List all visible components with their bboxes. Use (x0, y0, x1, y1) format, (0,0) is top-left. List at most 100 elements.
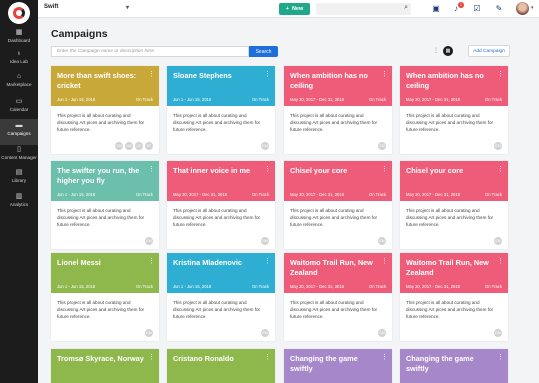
card-footer: GM (145, 329, 153, 337)
card-title[interactable]: That inner voice in me (173, 166, 263, 176)
campaign-card[interactable]: Cristano Ronaldo ⋮ (167, 349, 275, 383)
add-campaign-button[interactable]: Add Campaign (468, 45, 510, 57)
sidebar-item-label: Analytics (9, 202, 29, 207)
card-description: This project is all about curating and d… (173, 300, 261, 319)
card-title[interactable]: Lionel Messi (57, 258, 147, 268)
member-avatar[interactable]: GM (261, 237, 269, 245)
campaign-card[interactable]: Changing the game swiftly ⋮ (284, 349, 392, 383)
member-avatar[interactable]: GM (145, 329, 153, 337)
member-avatar[interactable]: GM (145, 237, 153, 245)
member-avatar[interactable]: GM (494, 142, 502, 150)
more-vertical-icon[interactable]: ⋮ (148, 257, 155, 265)
card-description: This project is all about curating and d… (290, 300, 378, 319)
card-title[interactable]: Waitomo Trail Run, New Zealand (406, 258, 496, 278)
card-footer: GM (378, 329, 386, 337)
more-vertical-icon[interactable]: ⋮ (381, 353, 388, 361)
more-vertical-icon[interactable]: ⋮ (148, 70, 155, 78)
card-title[interactable]: Cristano Ronaldo (173, 354, 263, 364)
card-header: Lionel Messi ⋮ Jun 1 - Jun 15, 2018 On Trac… (51, 253, 159, 293)
member-avatar[interactable]: GM (378, 142, 386, 150)
sidebar-item-campaigns[interactable]: ▬ Campaigns (0, 119, 38, 145)
campaign-card[interactable]: Chisel your core ⋮ May 20, 2017 - Dec 31, … (284, 161, 392, 249)
campaign-card[interactable]: Changing the game swiftly ⋮ (400, 349, 508, 383)
campaign-card[interactable]: When ambition has no ceiling ⋮ May 20, 201… (400, 66, 508, 154)
more-vertical-icon[interactable]: ⋮ (381, 70, 388, 78)
more-vertical-icon[interactable]: ⋮ (148, 165, 155, 173)
member-avatar[interactable]: GM (494, 329, 502, 337)
global-search-input[interactable]: ⌕ (316, 3, 411, 15)
campaign-card[interactable]: When ambition has no ceiling ⋮ May 20, 201… (284, 66, 392, 154)
card-dates: May 20, 2017 - Dec 31, 2018 (406, 97, 461, 102)
card-title[interactable]: Changing the game swiftly (290, 354, 380, 374)
more-vertical-icon[interactable]: ⋮ (148, 353, 155, 361)
card-title[interactable]: The swifter you run, the higher you fly (57, 166, 147, 186)
card-dates: May 20, 2017 - Dec 31, 2018 (406, 192, 461, 197)
member-avatar[interactable]: EF (145, 142, 153, 150)
card-footer: GM (494, 237, 502, 245)
card-header: When ambition has no ceiling ⋮ May 20, 201… (284, 66, 392, 106)
member-avatar[interactable]: CD (135, 142, 143, 150)
more-vertical-icon[interactable]: ⋮ (497, 70, 504, 78)
card-title[interactable]: Chisel your core (290, 166, 380, 176)
bell-icon[interactable]: ♪ 1 (451, 2, 464, 14)
org-selector[interactable]: Swift ▾ (44, 4, 129, 14)
grid-view-icon[interactable]: ▦ (443, 46, 453, 56)
campaign-search-input[interactable]: Enter the Campaign name or description h… (51, 46, 249, 57)
card-title[interactable]: More than swift shoes: cricket (57, 71, 147, 91)
card-title[interactable]: Chisel your core (406, 166, 496, 176)
more-vertical-icon[interactable]: ⋮ (264, 257, 271, 265)
card-title[interactable]: Waitomo Trail Run, New Zealand (290, 258, 380, 278)
sidebar-item-library[interactable]: ▤ Library (0, 166, 38, 192)
campaign-card[interactable]: Lionel Messi ⋮ Jun 1 - Jun 15, 2018 On Trac… (51, 253, 159, 341)
more-vertical-icon[interactable]: ⋮ (497, 165, 504, 173)
inbox-icon[interactable]: ▣ (431, 3, 441, 14)
card-title[interactable]: Tromsø Skyrace, Norway (57, 354, 147, 364)
member-avatar[interactable]: GM (115, 142, 123, 150)
search-button[interactable]: Search (249, 46, 278, 57)
more-vertical-icon[interactable]: ⋮ (264, 165, 271, 173)
card-title[interactable]: Kristina Mladenovic (173, 258, 263, 268)
sidebar-item-analytics[interactable]: ▥ Analytics (0, 190, 38, 216)
campaign-card[interactable]: More than swift shoes: cricket ⋮ Jun 1 - J… (51, 66, 159, 154)
card-title[interactable]: Changing the game swiftly (406, 354, 496, 374)
card-footer: GM (145, 237, 153, 245)
app-logo[interactable] (8, 2, 30, 24)
campaign-card[interactable]: The swifter you run, the higher you fly ⋮… (51, 161, 159, 249)
card-dates: May 20, 2017 - Dec 31, 2018 (290, 284, 345, 289)
new-button[interactable]: + New (279, 3, 310, 15)
card-footer: GM (494, 329, 502, 337)
card-title[interactable]: When ambition has no ceiling (290, 71, 380, 91)
member-avatar[interactable]: GM (378, 329, 386, 337)
campaign-card[interactable]: Waitomo Trail Run, New Zealand ⋮ May 20, 2… (284, 253, 392, 341)
chevron-down-icon[interactable]: ▾ (531, 5, 534, 11)
card-dates: Jun 1 - Jun 15, 2018 (57, 192, 96, 197)
member-avatar[interactable]: GM (378, 237, 386, 245)
avatar[interactable] (516, 2, 529, 15)
member-avatar[interactable]: AB (125, 142, 133, 150)
more-vertical-icon[interactable]: ⋮ (264, 70, 271, 78)
more-vertical-icon[interactable]: ⋮ (381, 165, 388, 173)
more-vertical-icon[interactable]: ⋮ (264, 353, 271, 361)
campaign-card[interactable]: Sloane Stephens ⋮ Jun 1 - Jun 15, 2018 On T… (167, 66, 275, 154)
more-vertical-icon[interactable]: ⋮ (381, 257, 388, 265)
member-avatar[interactable]: GM (261, 142, 269, 150)
card-dates: May 20, 2017 - Dec 31, 2018 (290, 192, 345, 197)
campaign-card[interactable]: That inner voice in me ⋮ May 20, 2017 - De… (167, 161, 275, 249)
more-vertical-icon[interactable]: ⋮ (497, 257, 504, 265)
sidebar-item-calendar[interactable]: ▭ Calendar (0, 95, 38, 121)
campaign-card[interactable]: Kristina Mladenovic ⋮ Jun 1 - Jun 15, 2018… (167, 253, 275, 341)
card-title[interactable]: When ambition has no ceiling (406, 71, 496, 91)
campaign-card[interactable]: Chisel your core ⋮ May 20, 2017 - Dec 31, … (400, 161, 508, 249)
card-title[interactable]: Sloane Stephens (173, 71, 263, 81)
pen-icon[interactable]: ✎ (494, 3, 504, 14)
status-badge: On Track (369, 97, 386, 102)
sidebar-item-label: Marketplace (6, 82, 32, 87)
member-avatar[interactable]: GM (494, 237, 502, 245)
campaign-card[interactable]: Waitomo Trail Run, New Zealand ⋮ May 20, 2… (400, 253, 508, 341)
sidebar-item-marketplace[interactable]: ⌂ Marketplace (0, 70, 38, 96)
member-avatar[interactable]: GM (261, 329, 269, 337)
tasks-icon[interactable]: ☑ (472, 3, 482, 14)
more-vertical-icon[interactable]: ⋮ (497, 353, 504, 361)
campaign-card[interactable]: Tromsø Skyrace, Norway ⋮ (51, 349, 159, 383)
list-view-icon[interactable]: ⋮ (433, 47, 439, 55)
